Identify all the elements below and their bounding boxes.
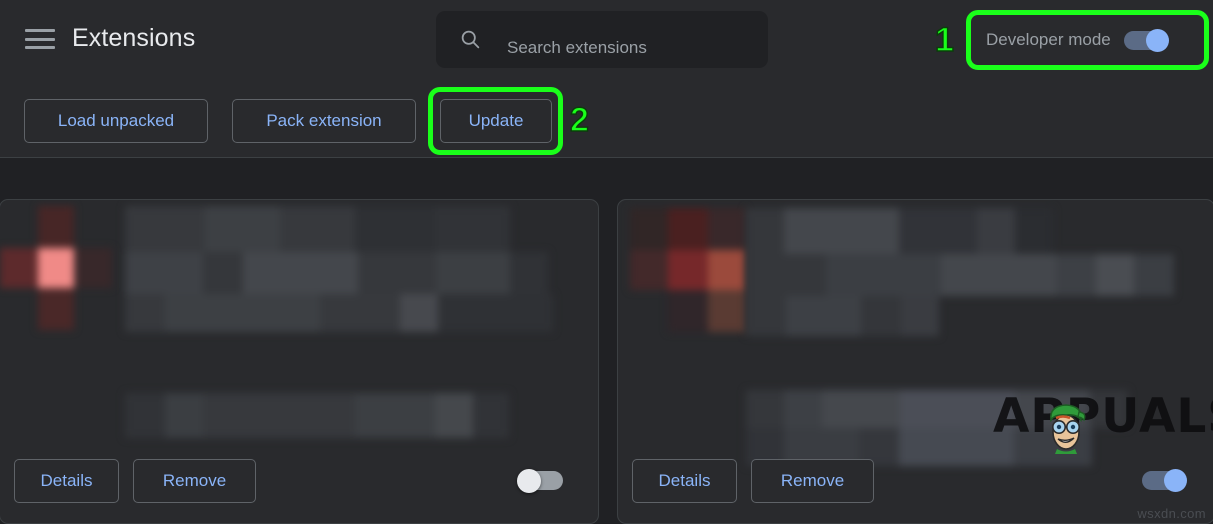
- extension-name-redacted: [746, 208, 1180, 336]
- pack-extension-button[interactable]: Pack extension: [232, 99, 416, 143]
- extension-enabled-toggle[interactable]: [517, 469, 565, 493]
- card-actions: Details Remove: [618, 459, 1213, 503]
- hamburger-bar: [25, 37, 55, 41]
- load-unpacked-button[interactable]: Load unpacked: [24, 99, 208, 143]
- developer-mode-label: Developer mode: [986, 30, 1111, 49]
- extensions-grid: Details Remove Details Remove: [0, 159, 1213, 524]
- extension-card[interactable]: Details Remove: [0, 199, 599, 524]
- extension-name-redacted: [125, 206, 553, 332]
- hamburger-bar: [25, 46, 55, 49]
- page-title: Extensions: [72, 24, 196, 52]
- extension-icon-redacted: [630, 208, 748, 332]
- update-button[interactable]: Update: [440, 99, 552, 143]
- search-box[interactable]: Search extensions: [436, 11, 768, 68]
- remove-button[interactable]: Remove: [133, 459, 256, 503]
- developer-mode-control[interactable]: Developer mode: [969, 13, 1191, 67]
- search-icon: [461, 30, 480, 49]
- details-button[interactable]: Details: [632, 459, 737, 503]
- card-actions: Details Remove: [0, 459, 598, 503]
- remove-button[interactable]: Remove: [751, 459, 874, 503]
- toggle-knob: [517, 469, 541, 493]
- toggle-knob: [1164, 469, 1187, 492]
- extension-card[interactable]: Details Remove: [617, 199, 1213, 524]
- search-input-placeholder: Search extensions: [507, 38, 647, 57]
- developer-mode-toggle[interactable]: [1121, 29, 1169, 52]
- extension-enabled-toggle[interactable]: [1139, 469, 1187, 492]
- extension-icon-redacted: [0, 206, 112, 330]
- extension-description-redacted: [746, 390, 1128, 466]
- page-header: Extensions Search extensions Developer m…: [0, 0, 1213, 79]
- hamburger-menu-icon[interactable]: [25, 27, 55, 51]
- toggle-knob: [1146, 29, 1169, 52]
- details-button[interactable]: Details: [14, 459, 119, 503]
- extension-description-redacted: [125, 393, 509, 438]
- hamburger-bar: [25, 29, 55, 32]
